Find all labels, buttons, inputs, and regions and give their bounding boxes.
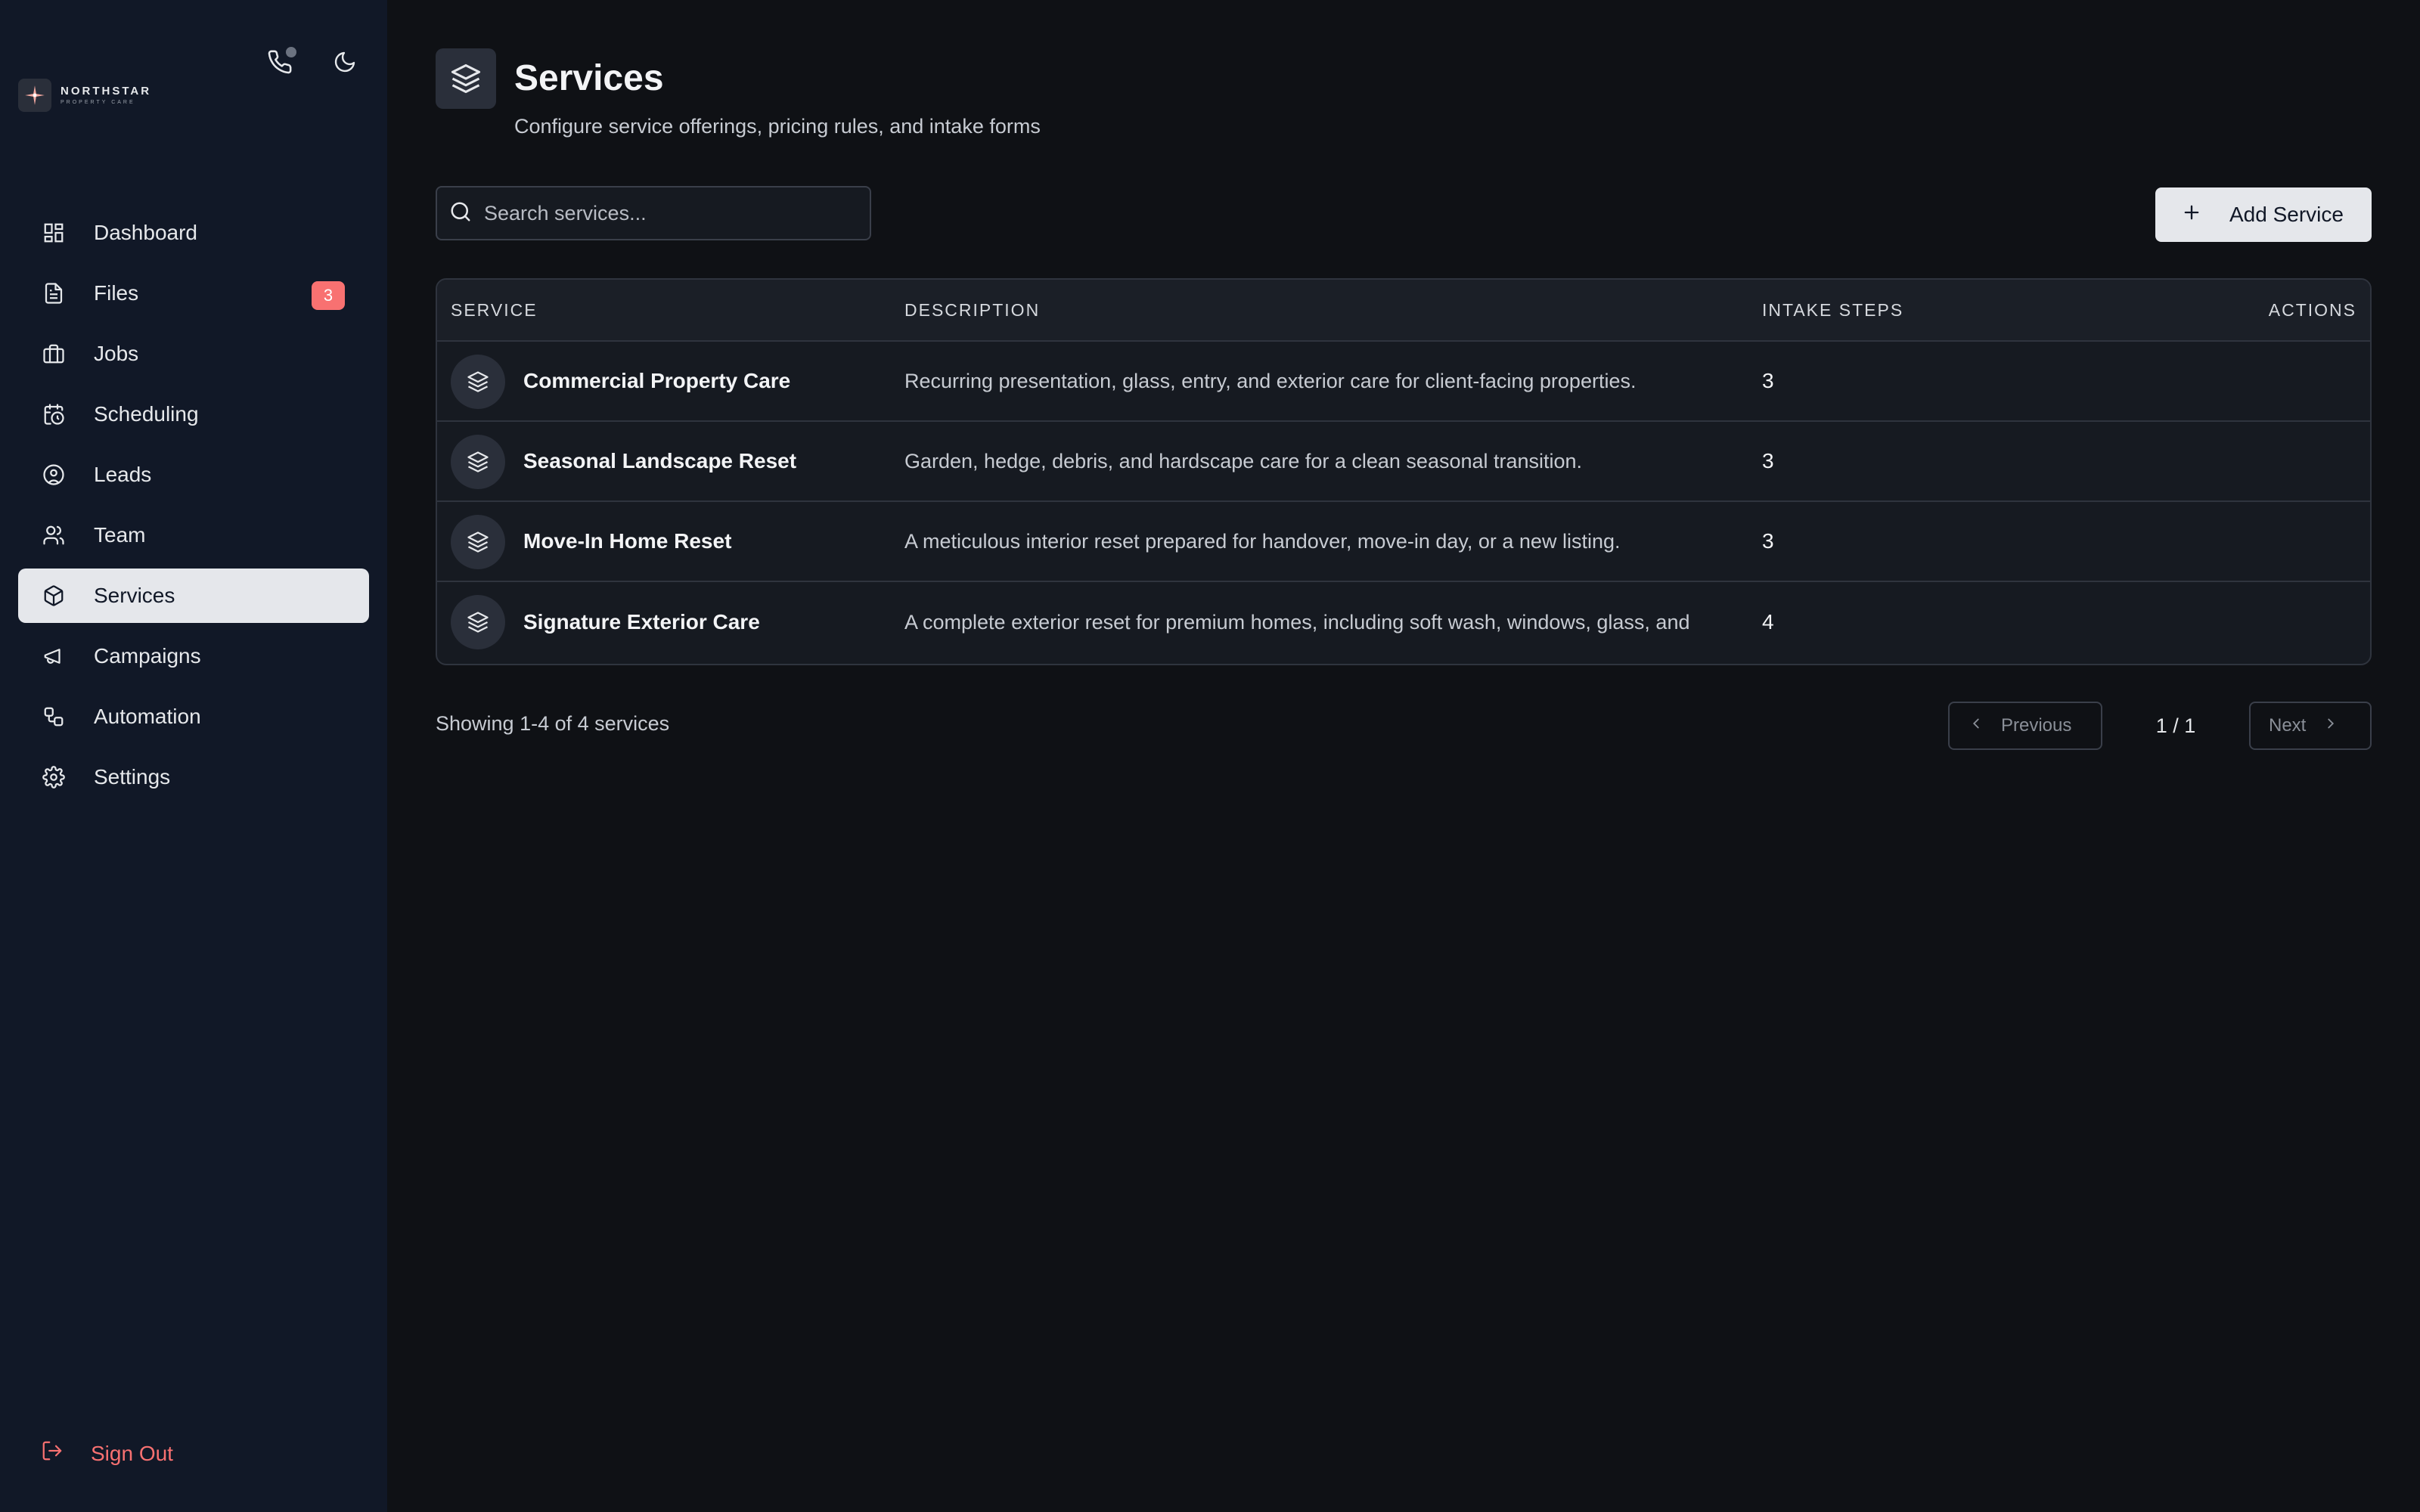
- service-intake-steps: 3: [1762, 449, 1774, 472]
- sidebar-item-files[interactable]: Files 3: [18, 266, 369, 321]
- service-intake-steps: 3: [1762, 369, 1774, 392]
- files-count-badge: 3: [312, 281, 345, 310]
- sidebar-item-label: Settings: [94, 765, 171, 789]
- column-header-actions: ACTIONS: [2268, 299, 2356, 320]
- status-dot: [286, 47, 296, 57]
- sidebar-item-label: Automation: [94, 705, 201, 728]
- sidebar-item-services[interactable]: Services: [18, 569, 369, 623]
- phone-button[interactable]: [265, 47, 296, 79]
- file-icon: [41, 280, 67, 306]
- user-circle-icon: [41, 462, 67, 488]
- service-description: A meticulous interior reset prepared for…: [904, 529, 1621, 553]
- sidebar: NORTHSTAR PROPERTY CARE Dashboard Files …: [0, 0, 387, 1512]
- chevron-left-icon: [1968, 715, 1984, 737]
- service-name[interactable]: Signature Exterior Care: [523, 610, 760, 634]
- layers-icon: [451, 595, 505, 649]
- table-row[interactable]: Seasonal Landscape Reset Garden, hedge, …: [437, 422, 2370, 502]
- table-row[interactable]: Commercial Property Care Recurring prese…: [437, 342, 2370, 422]
- plus-icon: [2181, 202, 2202, 228]
- sidebar-item-label: Leads: [94, 463, 152, 486]
- layers-icon: [451, 355, 505, 409]
- service-name[interactable]: Seasonal Landscape Reset: [523, 449, 796, 473]
- column-header-service[interactable]: SERVICE: [451, 300, 538, 321]
- gear-icon: [41, 764, 67, 790]
- moon-icon: [333, 50, 357, 78]
- service-description: A complete exterior reset for premium ho…: [904, 610, 1690, 634]
- search-box: [436, 186, 871, 240]
- layers-icon: [451, 435, 505, 489]
- layers-icon: [451, 515, 505, 569]
- sidebar-item-settings[interactable]: Settings: [18, 750, 369, 804]
- brand-subtitle: PROPERTY CARE: [60, 100, 135, 105]
- briefcase-icon: [41, 341, 67, 367]
- log-out-icon: [41, 1439, 64, 1467]
- sidebar-item-label: Campaigns: [94, 644, 201, 668]
- search-input[interactable]: [484, 201, 847, 225]
- star-logo-icon: [18, 79, 51, 112]
- chevron-right-icon: [2322, 715, 2339, 737]
- sidebar-item-jobs[interactable]: Jobs: [18, 327, 369, 381]
- brand-name: NORTHSTAR: [60, 85, 152, 98]
- sidebar-item-label: Services: [94, 584, 175, 607]
- next-page-button[interactable]: Next: [2249, 702, 2372, 750]
- table-row[interactable]: Signature Exterior Care A complete exter…: [437, 582, 2370, 662]
- megaphone-icon: [41, 643, 67, 669]
- previous-page-button[interactable]: Previous: [1948, 702, 2102, 750]
- service-intake-steps: 3: [1762, 529, 1774, 553]
- add-service-label: Add Service: [2229, 203, 2344, 226]
- page-header: Services Configure service offerings, pr…: [436, 48, 1041, 138]
- sidebar-item-team[interactable]: Team: [18, 508, 369, 562]
- dashboard-icon: [41, 220, 67, 246]
- service-name[interactable]: Commercial Property Care: [523, 369, 790, 393]
- page-indicator: 1 / 1: [2155, 714, 2196, 737]
- sidebar-item-automation[interactable]: Automation: [18, 689, 369, 744]
- service-intake-steps: 4: [1762, 610, 1774, 634]
- next-label: Next: [2269, 715, 2307, 736]
- sidebar-item-label: Scheduling: [94, 402, 199, 426]
- search-icon: [449, 200, 472, 227]
- layers-icon: [436, 48, 496, 109]
- services-table: SERVICE DESCRIPTION INTAKE STEPS ACTIONS…: [436, 278, 2372, 665]
- add-service-button[interactable]: Add Service: [2155, 187, 2372, 242]
- service-name[interactable]: Move-In Home Reset: [523, 529, 731, 553]
- sidebar-item-label: Files: [94, 281, 139, 305]
- workflow-icon: [41, 704, 67, 730]
- sidebar-nav: Dashboard Files 3 Jobs Scheduling Leads …: [18, 206, 369, 810]
- sidebar-item-campaigns[interactable]: Campaigns: [18, 629, 369, 683]
- sidebar-item-label: Jobs: [94, 342, 139, 365]
- sidebar-item-label: Team: [94, 523, 146, 547]
- page-title: Services: [514, 58, 664, 98]
- sign-out-label: Sign Out: [91, 1441, 173, 1465]
- calendar-clock-icon: [41, 401, 67, 427]
- sidebar-item-scheduling[interactable]: Scheduling: [18, 387, 369, 442]
- page-subtitle: Configure service offerings, pricing rul…: [514, 115, 1041, 138]
- results-count: Showing 1-4 of 4 services: [436, 712, 670, 735]
- sidebar-item-leads[interactable]: Leads: [18, 448, 369, 502]
- column-header-description[interactable]: DESCRIPTION: [904, 300, 1040, 321]
- users-icon: [41, 522, 67, 548]
- table-row[interactable]: Move-In Home Reset A meticulous interior…: [437, 502, 2370, 582]
- package-icon: [41, 583, 67, 609]
- service-description: Recurring presentation, glass, entry, an…: [904, 369, 1637, 392]
- sign-out-button[interactable]: Sign Out: [41, 1439, 173, 1467]
- sidebar-item-dashboard[interactable]: Dashboard: [18, 206, 369, 260]
- table-header: SERVICE DESCRIPTION INTAKE STEPS ACTIONS: [437, 280, 2370, 342]
- theme-toggle-button[interactable]: [330, 48, 360, 79]
- column-header-intake-steps[interactable]: INTAKE STEPS: [1762, 300, 1903, 321]
- sidebar-item-label: Dashboard: [94, 221, 197, 244]
- pagination: Previous 1 / 1 Next: [1948, 702, 2372, 750]
- brand-logo[interactable]: NORTHSTAR PROPERTY CARE: [18, 79, 151, 112]
- previous-label: Previous: [2001, 715, 2072, 736]
- service-description: Garden, hedge, debris, and hardscape car…: [904, 449, 1583, 472]
